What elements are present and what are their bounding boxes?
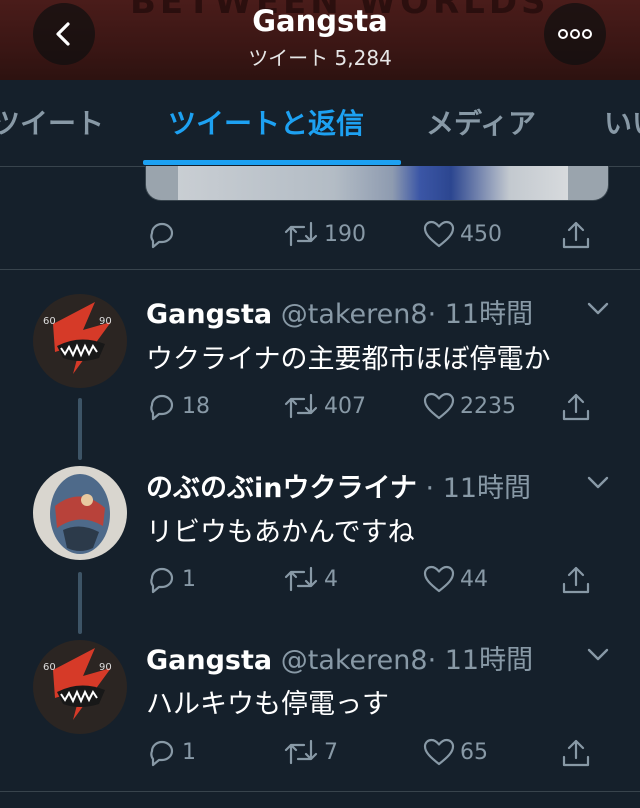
- thread-line: [78, 398, 82, 460]
- tweet-header: Gangsta @takeren8· 11時間: [146, 292, 533, 331]
- svg-text:90: 90: [99, 662, 112, 673]
- reply-count: 1: [182, 566, 196, 592]
- like-count: 450: [460, 221, 502, 247]
- tweet-text: ハルキウも停電っす: [146, 689, 389, 720]
- like-icon: [423, 738, 455, 766]
- chevron-down-icon[interactable]: [586, 300, 610, 316]
- reply-button[interactable]: 1: [146, 564, 196, 594]
- tab-likes[interactable]: いいね: [604, 102, 640, 142]
- share-icon: [562, 739, 590, 767]
- reply-icon: [150, 740, 174, 767]
- like-count: 44: [460, 566, 488, 592]
- retweet-button[interactable]: 4: [282, 564, 338, 594]
- reply-icon: [150, 222, 174, 249]
- reply-icon: [150, 567, 174, 594]
- profile-header: BETWEEN WORLDS Gangsta ツイート 5,284: [0, 0, 640, 80]
- retweet-button[interactable]: 7: [282, 737, 338, 767]
- svg-text:90: 90: [99, 316, 112, 327]
- share-icon: [562, 393, 590, 421]
- reply-button[interactable]: 1: [146, 737, 196, 767]
- retweet-button[interactable]: 407: [282, 391, 366, 421]
- like-icon: [423, 565, 455, 593]
- tweet-text: リビウもあかんですね: [146, 517, 415, 548]
- retweet-icon: [284, 221, 318, 247]
- svg-text:60: 60: [43, 662, 56, 673]
- like-button[interactable]: 450: [422, 219, 502, 249]
- like-count: 2235: [460, 393, 516, 419]
- tab-media[interactable]: メディア: [426, 102, 536, 142]
- egg-artwork-avatar-icon: [33, 466, 127, 560]
- more-icon: [558, 29, 592, 39]
- shark-logo-avatar-icon: 60 90: [33, 640, 127, 734]
- more-button[interactable]: [544, 3, 606, 65]
- share-button[interactable]: [560, 391, 592, 423]
- divider: [0, 269, 640, 270]
- like-icon: [423, 392, 455, 420]
- tweet-media-image[interactable]: [145, 166, 609, 201]
- tweet-text: ウクライナの主要都市ほぼ停電か: [146, 344, 551, 375]
- timestamp[interactable]: · 11時間: [428, 299, 534, 330]
- retweet-count: 190: [324, 221, 366, 247]
- reply-count: 18: [182, 393, 210, 419]
- reply-button[interactable]: [146, 219, 182, 249]
- reply-icon: [150, 394, 174, 421]
- handle[interactable]: @takeren8: [281, 645, 428, 676]
- like-button[interactable]: 2235: [422, 391, 516, 421]
- retweet-icon: [284, 566, 318, 592]
- reply-count: 1: [182, 739, 196, 765]
- tab-tweets[interactable]: ツイート: [0, 102, 104, 142]
- tab-tweets-and-replies[interactable]: ツイートと返信: [168, 102, 364, 142]
- svg-text:60: 60: [43, 316, 56, 327]
- share-button[interactable]: [560, 219, 592, 251]
- share-icon: [562, 566, 590, 594]
- display-name[interactable]: のぶのぶinウクライナ: [146, 473, 417, 504]
- profile-tabs: ツイート ツイートと返信 メディア いいね: [0, 80, 640, 167]
- retweet-button[interactable]: 190: [282, 219, 366, 249]
- share-button[interactable]: [560, 737, 592, 769]
- thread-line: [78, 572, 82, 634]
- tweet-header: のぶのぶinウクライナ · 11時間: [146, 466, 531, 505]
- retweet-icon: [284, 393, 318, 419]
- chevron-down-icon[interactable]: [586, 646, 610, 662]
- like-count: 65: [460, 739, 488, 765]
- share-button[interactable]: [560, 564, 592, 596]
- like-icon: [423, 220, 455, 248]
- chevron-down-icon[interactable]: [586, 474, 610, 490]
- retweet-count: 4: [324, 566, 338, 592]
- retweet-count: 7: [324, 739, 338, 765]
- retweet-count: 407: [324, 393, 366, 419]
- shark-logo-avatar-icon: 60 90: [33, 294, 127, 388]
- avatar[interactable]: 60 90: [33, 294, 127, 388]
- avatar[interactable]: 60 90: [33, 640, 127, 734]
- tweet-header: Gangsta @takeren8· 11時間: [146, 638, 533, 677]
- display-name[interactable]: Gangsta: [146, 299, 272, 330]
- header-tweet-count: ツイート 5,284: [248, 46, 392, 70]
- divider: [0, 791, 640, 792]
- handle[interactable]: @takeren8: [281, 299, 428, 330]
- reply-button[interactable]: 18: [146, 391, 210, 421]
- retweet-icon: [284, 739, 318, 765]
- timestamp[interactable]: · 11時間: [428, 645, 534, 676]
- display-name[interactable]: Gangsta: [146, 645, 272, 676]
- active-tab-indicator: [143, 160, 401, 165]
- share-icon: [562, 221, 590, 249]
- like-button[interactable]: 65: [422, 737, 488, 767]
- avatar[interactable]: [33, 466, 127, 560]
- like-button[interactable]: 44: [422, 564, 488, 594]
- timestamp[interactable]: · 11時間: [426, 473, 532, 504]
